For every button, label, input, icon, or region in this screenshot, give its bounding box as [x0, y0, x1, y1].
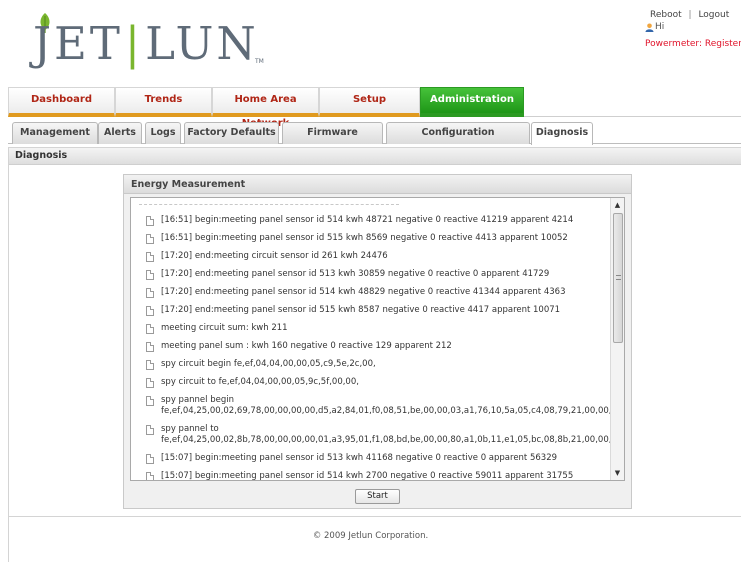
tab-administration[interactable]: Administration	[420, 87, 524, 117]
document-icon	[146, 425, 154, 435]
logout-link[interactable]: Logout	[698, 10, 729, 20]
log-entry-text: [17:20] end:meeting panel sensor id 513 …	[161, 269, 550, 279]
log-entry: [15:07] begin:meeting panel sensor id 51…	[144, 453, 599, 464]
tab-setup[interactable]: Setup	[319, 87, 420, 117]
log-entry-text: [15:07] begin:meeting panel sensor id 51…	[161, 471, 574, 481]
document-icon	[146, 252, 154, 262]
powermeter-status: Powermeter: Registere	[645, 39, 741, 49]
log-entry: meeting circuit sum: kwh 211	[144, 323, 599, 334]
log-entry: [16:51] begin:meeting panel sensor id 51…	[144, 215, 599, 226]
link-separator: |	[688, 10, 692, 20]
log-entry-text: [17:20] end:meeting panel sensor id 514 …	[161, 287, 566, 297]
log-entry: [17:20] end:meeting panel sensor id 514 …	[144, 287, 599, 298]
log-entry-text: spy pannel to fe,ef,04,25,00,02,8b,78,00…	[161, 424, 624, 445]
tab-home-area-network[interactable]: Home Area Network	[212, 87, 319, 129]
document-icon	[146, 454, 154, 464]
reboot-link[interactable]: Reboot	[650, 10, 682, 20]
log-entry: spy pannel to fe,ef,04,25,00,02,8b,78,00…	[144, 424, 624, 446]
log-entry: [17:20] end:meeting panel sensor id 513 …	[144, 269, 599, 280]
log-entry: spy circuit begin fe,ef,04,04,00,00,05,c…	[144, 359, 599, 370]
log-entry-text: spy pannel begin fe,ef,04,25,00,02,69,78…	[161, 395, 624, 416]
trademark-mark: TM	[255, 58, 264, 65]
document-icon	[146, 324, 154, 334]
log-entry-text: [16:51] begin:meeting panel sensor id 51…	[161, 215, 574, 225]
document-icon	[146, 342, 154, 352]
log-entry-text: spy circuit to fe,ef,04,04,00,00,05,9c,5…	[161, 377, 359, 387]
log-output[interactable]: [16:51] begin:meeting panel sensor id 51…	[130, 197, 625, 481]
subtab-factory-defaults[interactable]: Factory Defaults	[184, 122, 279, 144]
document-icon	[146, 396, 154, 406]
energy-measurement-panel: Energy Measurement [16:51] begin:meeting…	[123, 174, 632, 509]
start-button[interactable]: Start	[355, 489, 400, 504]
log-entry: spy pannel begin fe,ef,04,25,00,02,69,78…	[144, 395, 624, 417]
panel-title: Energy Measurement	[124, 175, 631, 194]
jetlun-logo: JET|LUN TM	[33, 13, 264, 70]
sub-nav: Management Alerts Logs Factory Defaults …	[8, 120, 741, 158]
log-entry: [17:20] end:meeting circuit sensor id 26…	[144, 251, 599, 262]
main-nav: Dashboard Trends Home Area Network Setup…	[8, 87, 741, 129]
footer-copyright: © 2009 Jetlun Corporation.	[312, 531, 429, 541]
user-icon	[645, 23, 654, 32]
log-entry-text: [16:51] begin:meeting panel sensor id 51…	[161, 233, 568, 243]
log-divider	[139, 204, 399, 205]
scrollbar-thumb[interactable]	[613, 213, 623, 343]
document-icon	[146, 288, 154, 298]
section-title: Diagnosis	[9, 148, 741, 165]
subtab-firmware-upgrade[interactable]: Firmware Upgrade	[282, 122, 383, 158]
log-entry-text: meeting panel sum : kwh 160 negative 0 r…	[161, 341, 452, 351]
log-entry: spy circuit to fe,ef,04,04,00,00,05,9c,5…	[144, 377, 599, 388]
log-entry-text: [17:20] end:meeting circuit sensor id 26…	[161, 251, 388, 261]
tab-trends[interactable]: Trends	[115, 87, 212, 117]
document-icon	[146, 270, 154, 280]
log-entry: [17:20] end:meeting panel sensor id 515 …	[144, 305, 599, 316]
log-entry-text: spy circuit begin fe,ef,04,04,00,00,05,c…	[161, 359, 376, 369]
document-icon	[146, 360, 154, 370]
log-entry: [15:07] begin:meeting panel sensor id 51…	[144, 471, 599, 481]
log-entry: [16:51] begin:meeting panel sensor id 51…	[144, 233, 599, 244]
subtab-alerts[interactable]: Alerts	[98, 122, 142, 144]
logo-wordmark: JET|LUN	[33, 17, 259, 70]
scroll-up-icon[interactable]: ▲	[611, 198, 624, 212]
log-list: [16:51] begin:meeting panel sensor id 51…	[144, 215, 624, 481]
log-entry: meeting panel sum : kwh 160 negative 0 r…	[144, 341, 599, 352]
log-scrollbar[interactable]: ▲ ▼	[610, 198, 624, 480]
log-entry-text: [15:07] begin:meeting panel sensor id 51…	[161, 453, 558, 463]
subtab-logs[interactable]: Logs	[145, 122, 181, 144]
subtab-management[interactable]: Management	[12, 122, 98, 144]
tab-dashboard[interactable]: Dashboard	[8, 87, 115, 117]
document-icon	[146, 306, 154, 316]
grip-icon	[616, 275, 621, 280]
header: JET|LUN TM Reboot | Logout Hi Powermeter…	[0, 0, 741, 82]
subtab-configuration-management[interactable]: Configuration Management	[386, 122, 530, 158]
document-icon	[146, 234, 154, 244]
top-links: Reboot | Logout	[650, 10, 729, 20]
scroll-down-icon[interactable]: ▼	[611, 466, 624, 480]
greeting: Hi	[655, 22, 665, 32]
document-icon	[146, 472, 154, 480]
log-entry-text: [17:20] end:meeting panel sensor id 515 …	[161, 305, 561, 315]
subtab-diagnosis[interactable]: Diagnosis	[531, 122, 593, 145]
log-entry-text: meeting circuit sum: kwh 211	[161, 323, 288, 333]
document-icon	[146, 216, 154, 226]
document-icon	[146, 378, 154, 388]
